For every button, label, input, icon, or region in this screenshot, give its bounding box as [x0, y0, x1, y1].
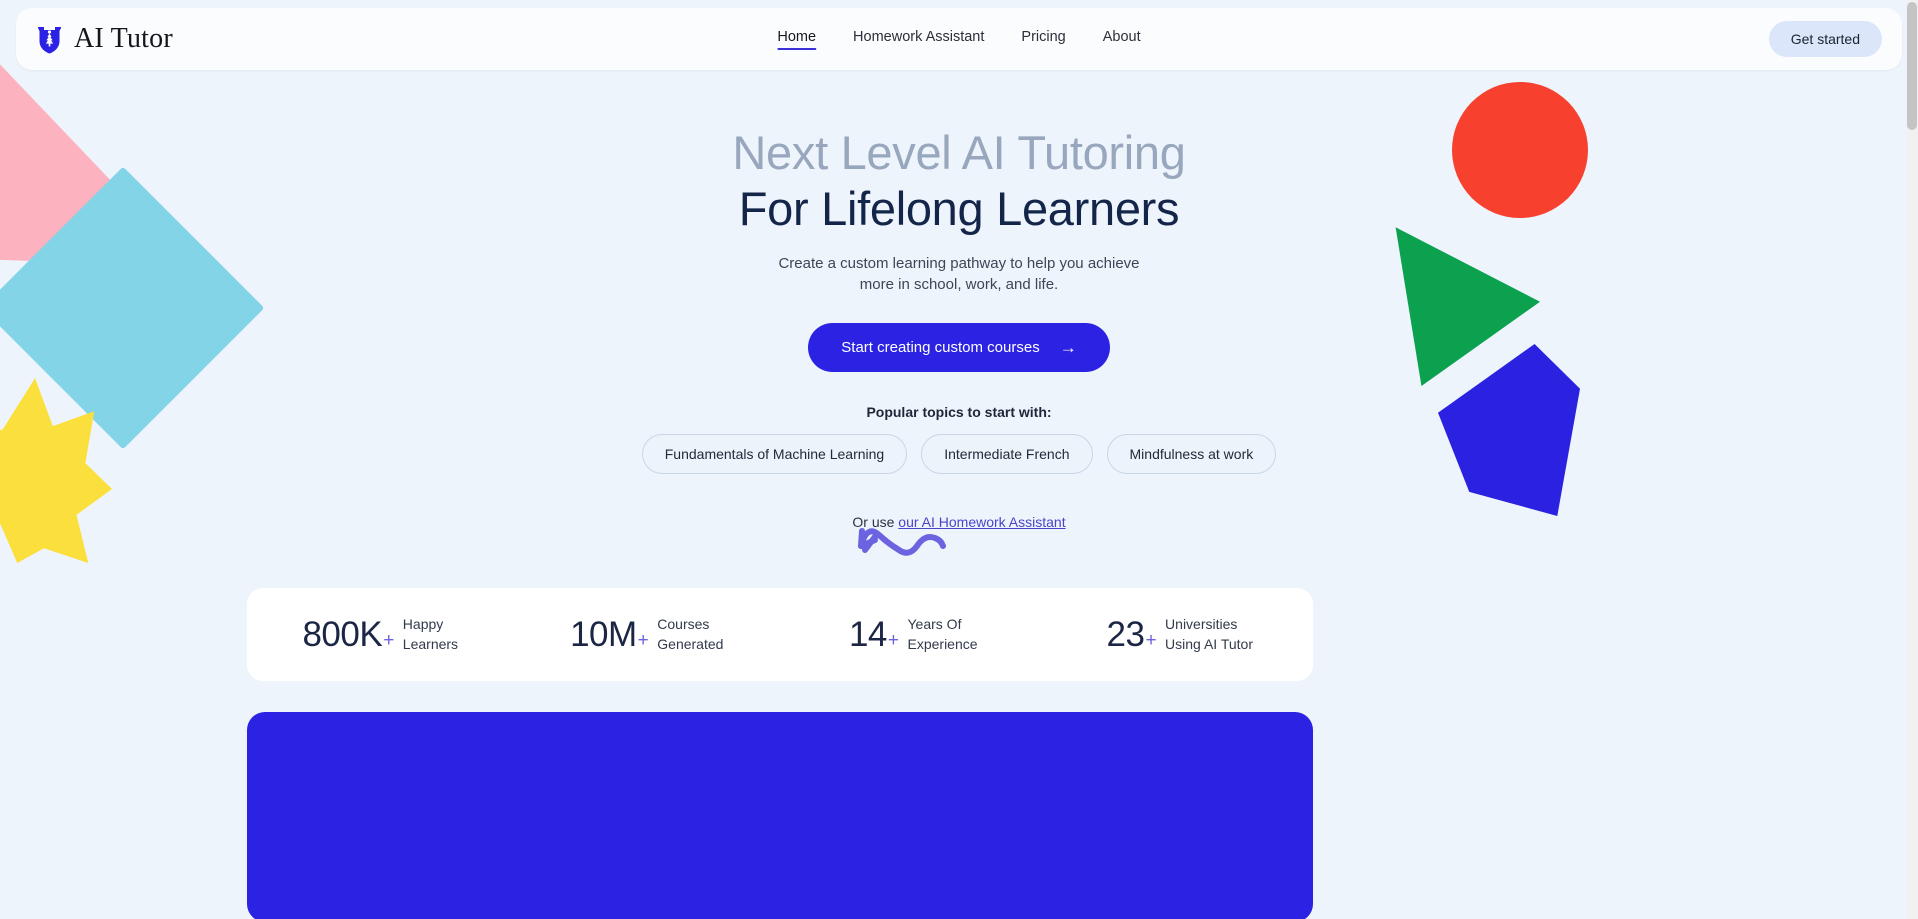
stat-label-line-1: Universities — [1165, 615, 1238, 632]
stat-label: Universities Using AI Tutor — [1165, 615, 1253, 655]
stat-courses-generated: 10M + Courses Generated — [514, 615, 781, 655]
stat-value: 800K + — [302, 614, 394, 654]
topic-pill-machine-learning[interactable]: Fundamentals of Machine Learning — [641, 433, 908, 474]
brand-logo[interactable]: AI Tutor — [36, 23, 173, 55]
topic-pill-mindfulness-at-work[interactable]: Mindfulness at work — [1106, 433, 1277, 474]
hero-subheadline-line-1: Create a custom learning pathway to help… — [778, 255, 1140, 273]
stat-label-line-2: Using AI Tutor — [1165, 635, 1253, 652]
stat-label-line-2: Generated — [657, 635, 724, 652]
nav-item-home[interactable]: Home — [777, 29, 816, 50]
stat-value: 23 + — [1106, 614, 1157, 654]
arrow-right-icon: → — [1059, 337, 1077, 357]
stat-label-line-1: Years Of — [907, 615, 962, 632]
brand-name: AI Tutor — [74, 23, 173, 54]
stat-label-line-1: Courses — [657, 615, 710, 632]
topic-pill-list: Fundamentals of Machine Learning Interme… — [0, 433, 1918, 474]
popular-topics-label: Popular topics to start with: — [866, 403, 1052, 420]
stat-label: Years Of Experience — [908, 615, 978, 655]
cta-label: Start creating custom courses — [841, 338, 1040, 356]
bottom-promo-banner — [247, 712, 1313, 919]
hero-subheadline: Create a custom learning pathway to help… — [0, 254, 1918, 295]
hero-cta-wrapper: Start creating custom courses → — [0, 322, 1918, 372]
stat-universities-using-ai-tutor: 23 + Universities Using AI Tutor — [1047, 615, 1314, 655]
nav-item-homework-assistant[interactable]: Homework Assistant — [853, 29, 984, 49]
page-scrollbar-thumb[interactable] — [1907, 2, 1917, 130]
hero-section: Next Level AI Tutoring For Lifelong Lear… — [0, 126, 1918, 556]
stat-value: 14 + — [848, 614, 899, 654]
stat-label: Courses Generated — [657, 615, 723, 655]
stat-plus-suffix: + — [383, 629, 394, 651]
nav-item-pricing[interactable]: Pricing — [1021, 29, 1065, 49]
stat-label-line-1: Happy — [402, 615, 444, 632]
page-scrollbar-track[interactable] — [1906, 0, 1918, 919]
hero-headline-line-1: Next Level AI Tutoring — [732, 126, 1186, 179]
stat-label-line-2: Learners — [402, 635, 459, 652]
get-started-button[interactable]: Get started — [1768, 21, 1882, 57]
stat-happy-learners: 800K + Happy Learners — [247, 615, 514, 655]
homework-assistant-prompt: Or use our AI Homework Assistant — [0, 514, 1918, 530]
topic-pill-intermediate-french[interactable]: Intermediate French — [921, 433, 1093, 474]
shield-tree-icon — [38, 27, 61, 54]
site-header: AI Tutor Home Homework Assistant Pricing… — [16, 8, 1902, 70]
stat-label-line-2: Experience — [907, 635, 978, 652]
hero-subheadline-line-2: more in school, work, and life. — [859, 276, 1059, 294]
stat-plus-suffix: + — [887, 629, 899, 651]
stat-label: Happy Learners — [403, 615, 458, 655]
nav-item-about[interactable]: About — [1103, 29, 1141, 49]
stat-plus-suffix: + — [637, 629, 649, 651]
stat-value: 10M + — [570, 614, 649, 654]
stat-plus-suffix: + — [1145, 629, 1157, 651]
main-navigation: Home Homework Assistant Pricing About — [777, 29, 1141, 50]
curved-arrow-icon — [858, 528, 946, 556]
stats-card: 800K + Happy Learners 10M + Courses Genera… — [247, 588, 1313, 681]
stat-years-of-experience: 14 + Years Of Experience — [780, 615, 1047, 655]
hero-headline-line-2: For Lifelong Learners — [738, 181, 1180, 235]
start-creating-courses-button[interactable]: Start creating custom courses → — [808, 322, 1110, 372]
